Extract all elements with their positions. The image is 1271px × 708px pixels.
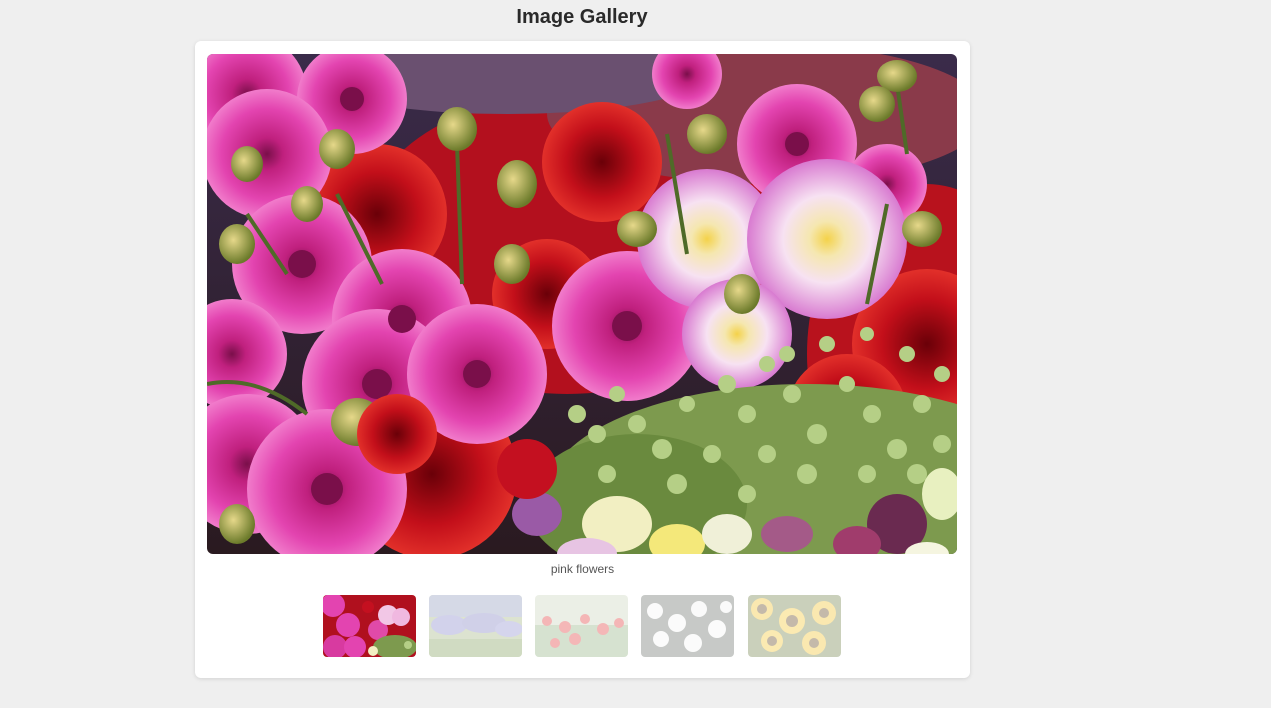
thumbnail-pink-flowers[interactable] — [323, 595, 416, 657]
thumbnail-image — [429, 595, 522, 657]
thumbnail-image — [641, 595, 734, 657]
thumbnail-red-poppies[interactable] — [535, 595, 628, 657]
thumbnail-image — [748, 595, 841, 657]
thumbnail-strip — [323, 595, 843, 657]
thumbnail-lavender-field[interactable] — [429, 595, 522, 657]
image-caption: pink flowers — [550, 562, 615, 576]
thumbnail-white-daisies[interactable] — [641, 595, 734, 657]
thumbnail-sunflowers[interactable] — [748, 595, 841, 657]
main-image[interactable] — [207, 54, 957, 554]
page-title: Image Gallery — [516, 6, 648, 28]
gallery-card: pink flowers — [195, 41, 970, 678]
main-image-flowers — [207, 54, 957, 554]
thumbnail-image — [323, 595, 416, 657]
thumbnail-image — [535, 595, 628, 657]
